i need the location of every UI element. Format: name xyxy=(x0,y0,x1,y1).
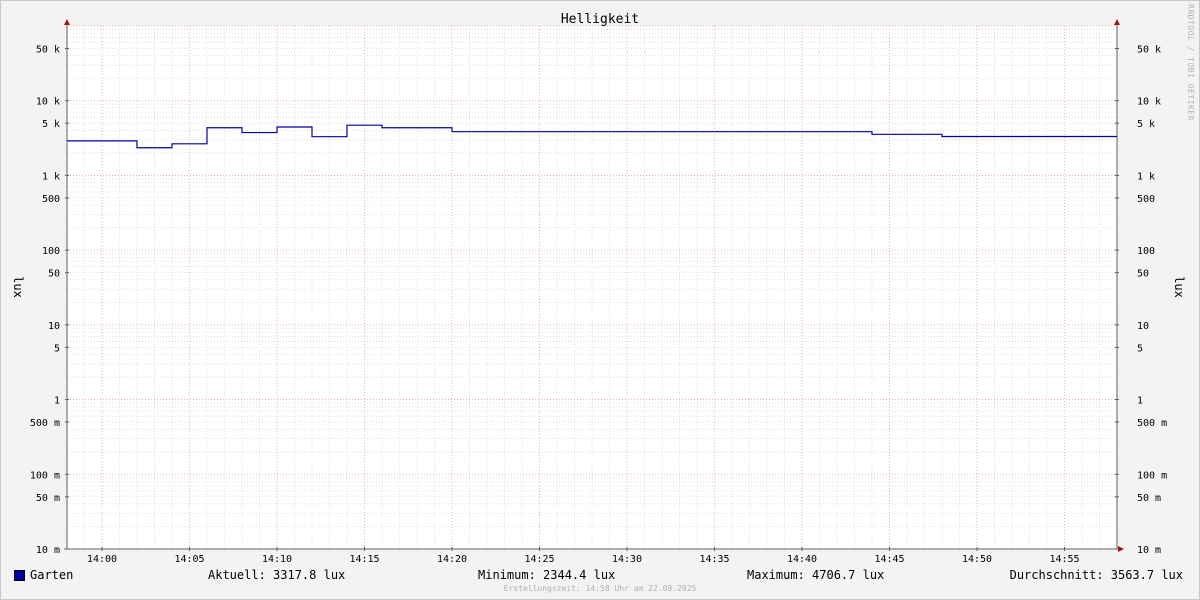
x-tick-labels: 14:00 14:05 14:10 14:15 14:20 14:25 14:30 14:35… xyxy=(87,554,1080,565)
y-tick-label-right: 10 xyxy=(1137,321,1149,332)
y-tick-label-right: 5 k xyxy=(1137,119,1155,130)
y-axis-arrow-right xyxy=(1114,19,1120,25)
legend-current: Aktuell: 3317.8 lux xyxy=(208,568,346,582)
grid-lines xyxy=(66,25,1118,550)
y-tick-label-right: 100 m xyxy=(1137,470,1167,481)
legend-maximum: Maximum: 4706.7 lux xyxy=(747,568,885,582)
y-tick-label-left: 5 k xyxy=(42,119,60,130)
y-tick-label-left: 10 xyxy=(48,321,60,332)
y-tick-label-left: 500 xyxy=(42,194,60,205)
x-tick-label: 14:10 xyxy=(262,554,292,565)
x-tick-label: 14:00 xyxy=(87,554,117,565)
chart-title: Helligkeit xyxy=(561,12,639,27)
watermark: RRDTOOL / TOBI OETIKER xyxy=(1186,4,1195,121)
x-tick-label: 14:15 xyxy=(349,554,379,565)
y-tick-label-left: 10 m xyxy=(36,545,60,556)
y-tick-label-right: 500 xyxy=(1137,194,1155,205)
y-tick-label-right: 10 k xyxy=(1137,97,1161,108)
y-axis-arrow-left xyxy=(64,19,70,25)
y-tick-label-left: 10 k xyxy=(36,97,60,108)
y-tick-label-left: 500 m xyxy=(30,418,60,429)
y-tick-label-left: 1 xyxy=(54,396,60,407)
y-tick-label-right: 1 k xyxy=(1137,171,1155,182)
y-tick-label-right: 50 xyxy=(1137,269,1149,280)
x-tick-label: 14:25 xyxy=(524,554,554,565)
y-tick-label-left: 100 xyxy=(42,246,60,257)
y-tick-label-left: 100 m xyxy=(30,470,60,481)
legend-minimum: Minimum: 2344.4 lux xyxy=(478,568,616,582)
y-tick-label-left: 50 xyxy=(48,269,60,280)
x-tick-label: 14:50 xyxy=(962,554,992,565)
x-tick-label: 14:20 xyxy=(437,554,467,565)
legend: Garten Aktuell: 3317.8 lux Minimum: 2344… xyxy=(0,566,1200,586)
y-tick-label-left: 50 k xyxy=(36,44,60,55)
y-tick-label-right: 50 m xyxy=(1137,493,1161,504)
x-tick-label: 14:35 xyxy=(699,554,729,565)
y-tick-label-left: 1 k xyxy=(42,171,60,182)
x-tick-label: 14:55 xyxy=(1049,554,1079,565)
y-tick-label-right: 10 m xyxy=(1137,545,1161,556)
y-axis-label-right: lux xyxy=(1172,276,1186,298)
x-tick-label: 14:05 xyxy=(174,554,204,565)
x-tick-label: 14:30 xyxy=(612,554,642,565)
creation-time: Erstellungszeit: 14:58 Uhr am 22.09.2025 xyxy=(503,584,697,593)
legend-average: Durchschnitt: 3563.7 lux xyxy=(1009,568,1183,582)
legend-swatch-garten xyxy=(14,570,25,581)
y-tick-label-right: 500 m xyxy=(1137,418,1167,429)
x-tick-label: 14:40 xyxy=(787,554,817,565)
y-tick-label-right: 50 k xyxy=(1137,44,1161,55)
y-tick-label-right: 100 xyxy=(1137,246,1155,257)
y-axis-label-left: lux xyxy=(11,276,25,298)
x-tick-label: 14:45 xyxy=(874,554,904,565)
y-tick-label-right: 1 xyxy=(1137,396,1143,407)
y-tick-label-right: 5 xyxy=(1137,343,1143,354)
y-tick-label-left: 5 xyxy=(54,343,60,354)
y-tick-label-left: 50 m xyxy=(36,493,60,504)
legend-series-name: Garten xyxy=(30,568,74,582)
chart: Helligkeit lux lux 50 k 50 k 10 k 10 k 5 k 5 … xyxy=(11,12,1186,565)
